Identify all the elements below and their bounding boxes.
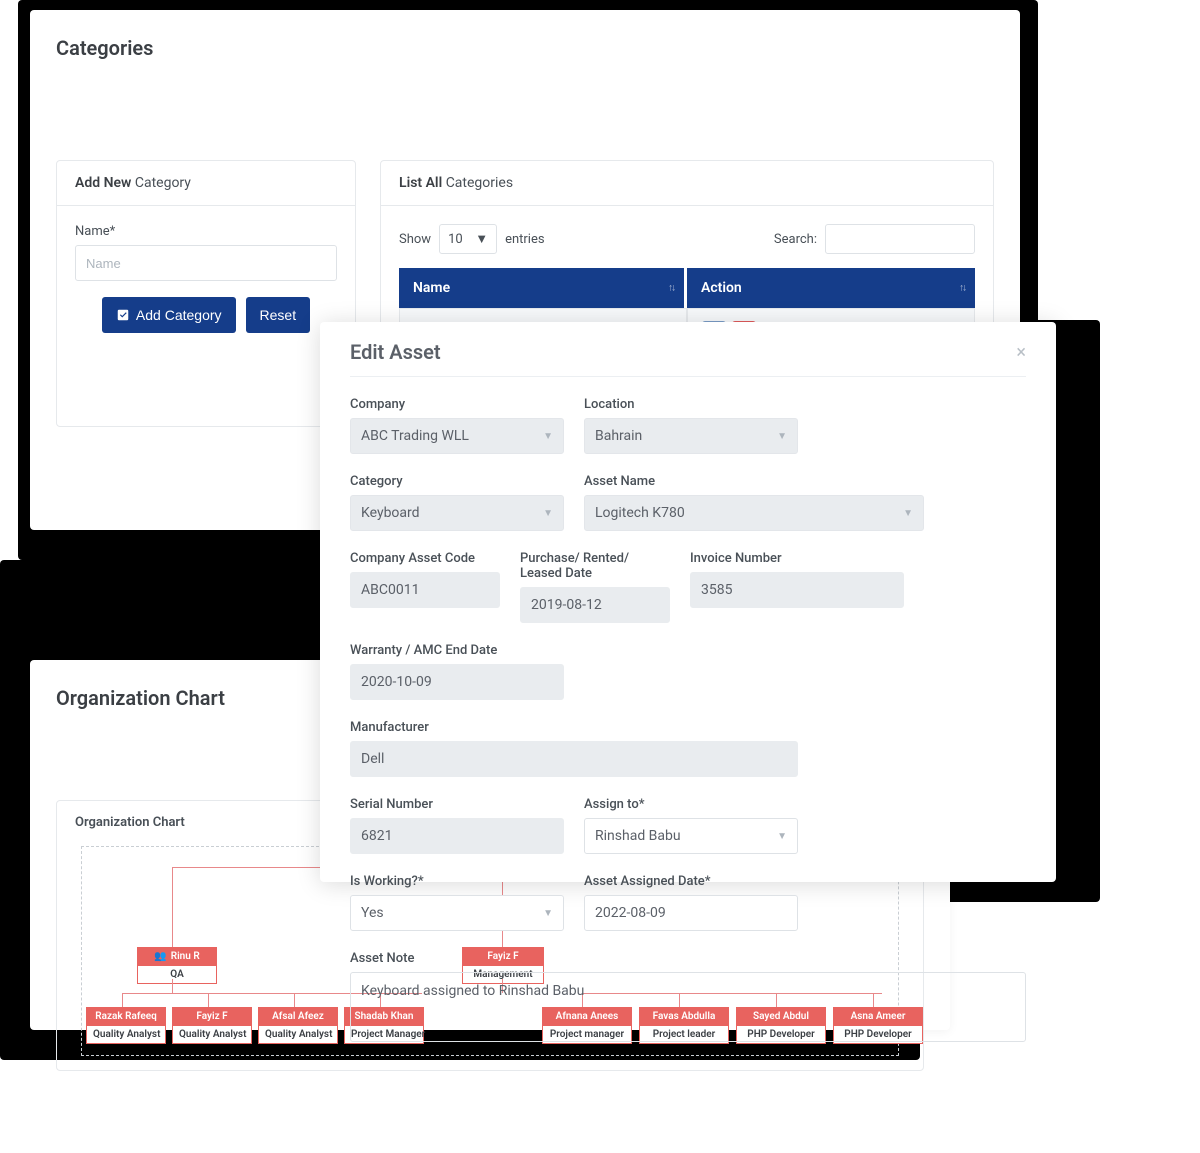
invoice-label: Invoice Number	[690, 551, 904, 566]
caret-down-icon: ▼	[543, 508, 553, 519]
org-node-name: 👥Rinu R	[137, 947, 217, 966]
list-card-header: List All Categories	[381, 161, 993, 206]
manufacturer-field: Dell	[350, 741, 798, 777]
caret-down-icon: ▼	[543, 908, 553, 919]
assigned-date-label: Asset Assigned Date*	[584, 874, 798, 889]
show-label: Show	[399, 232, 431, 247]
is-working-select[interactable]: Yes▼	[350, 895, 564, 931]
add-category-card: Add New Category Name* Add Category Rese…	[56, 160, 356, 427]
category-select[interactable]: Keyboard▼	[350, 495, 564, 531]
search-input[interactable]	[825, 224, 975, 254]
assign-to-label: Assign to*	[584, 797, 798, 812]
caret-down-icon: ▼	[543, 431, 553, 442]
org-node[interactable]: 👥Rinu R QA	[137, 947, 217, 984]
purchase-date-field: 2019-08-12	[520, 587, 670, 623]
category-label: Category	[350, 474, 564, 489]
warranty-label: Warranty / AMC End Date	[350, 643, 564, 658]
serial-field: 6821	[350, 818, 564, 854]
col-name[interactable]: Name ↑↓	[399, 268, 687, 308]
check-square-icon	[116, 308, 130, 322]
category-name-input[interactable]	[75, 245, 337, 281]
close-icon[interactable]: ×	[1016, 342, 1026, 363]
warranty-field: 2020-10-09	[350, 664, 564, 700]
edit-asset-modal: Edit Asset × Company ABC Trading WLL▼ Lo…	[320, 322, 1056, 882]
note-label: Asset Note	[350, 951, 1026, 966]
org-node-role: Quality Analyst	[172, 1026, 252, 1044]
location-label: Location	[584, 397, 798, 412]
org-inner-header: Organization Chart	[75, 815, 185, 830]
sort-icon: ↑↓	[668, 283, 674, 294]
caret-down-icon: ▼	[777, 431, 787, 442]
asset-code-field: ABC0011	[350, 572, 500, 608]
org-node-role: Quality Analyst	[86, 1026, 166, 1044]
reset-button[interactable]: Reset	[246, 297, 311, 333]
company-select[interactable]: ABC Trading WLL▼	[350, 418, 564, 454]
asset-code-label: Company Asset Code	[350, 551, 500, 566]
col-action[interactable]: Action ↑↓	[687, 268, 975, 308]
search-label: Search:	[774, 232, 817, 247]
asset-note-textarea[interactable]: Keyboard assigned to Rinshad Babu	[350, 972, 1026, 1042]
caret-down-icon: ▼	[475, 231, 488, 247]
caret-down-icon: ▼	[777, 831, 787, 842]
purchase-date-label: Purchase/ Rented/ Leased Date	[520, 551, 670, 581]
add-card-header: Add New Category	[57, 161, 355, 206]
org-node-name: Fayiz F	[172, 1007, 252, 1026]
org-node-name: Afsal Afeez	[258, 1007, 338, 1026]
serial-label: Serial Number	[350, 797, 564, 812]
asset-name-select[interactable]: Logitech K780▼	[584, 495, 924, 531]
org-node-role: QA	[137, 966, 217, 984]
caret-down-icon: ▼	[903, 508, 913, 519]
asset-name-label: Asset Name	[584, 474, 924, 489]
assign-to-select[interactable]: Rinshad Babu▼	[584, 818, 798, 854]
person-icon: 👥	[154, 951, 166, 962]
location-select[interactable]: Bahrain▼	[584, 418, 798, 454]
sort-icon: ↑↓	[959, 283, 965, 294]
org-node[interactable]: Fayiz F Quality Analyst	[172, 1007, 252, 1044]
entries-select[interactable]: 10 ▼	[439, 224, 497, 254]
org-node-name: Razak Rafeeq	[86, 1007, 166, 1026]
edit-asset-title: Edit Asset	[350, 340, 441, 364]
add-category-button[interactable]: Add Category	[102, 297, 236, 333]
org-node[interactable]: Afsal Afeez Quality Analyst	[258, 1007, 338, 1044]
org-node[interactable]: Razak Rafeeq Quality Analyst	[86, 1007, 166, 1044]
name-label: Name*	[75, 224, 337, 239]
is-working-label: Is Working?*	[350, 874, 564, 889]
org-node-role: Quality Analyst	[258, 1026, 338, 1044]
company-label: Company	[350, 397, 564, 412]
assigned-date-input[interactable]: 2022-08-09	[584, 895, 798, 931]
invoice-field: 3585	[690, 572, 904, 608]
entries-label: entries	[505, 232, 545, 247]
manufacturer-label: Manufacturer	[350, 720, 798, 735]
categories-title: Categories	[56, 36, 994, 60]
